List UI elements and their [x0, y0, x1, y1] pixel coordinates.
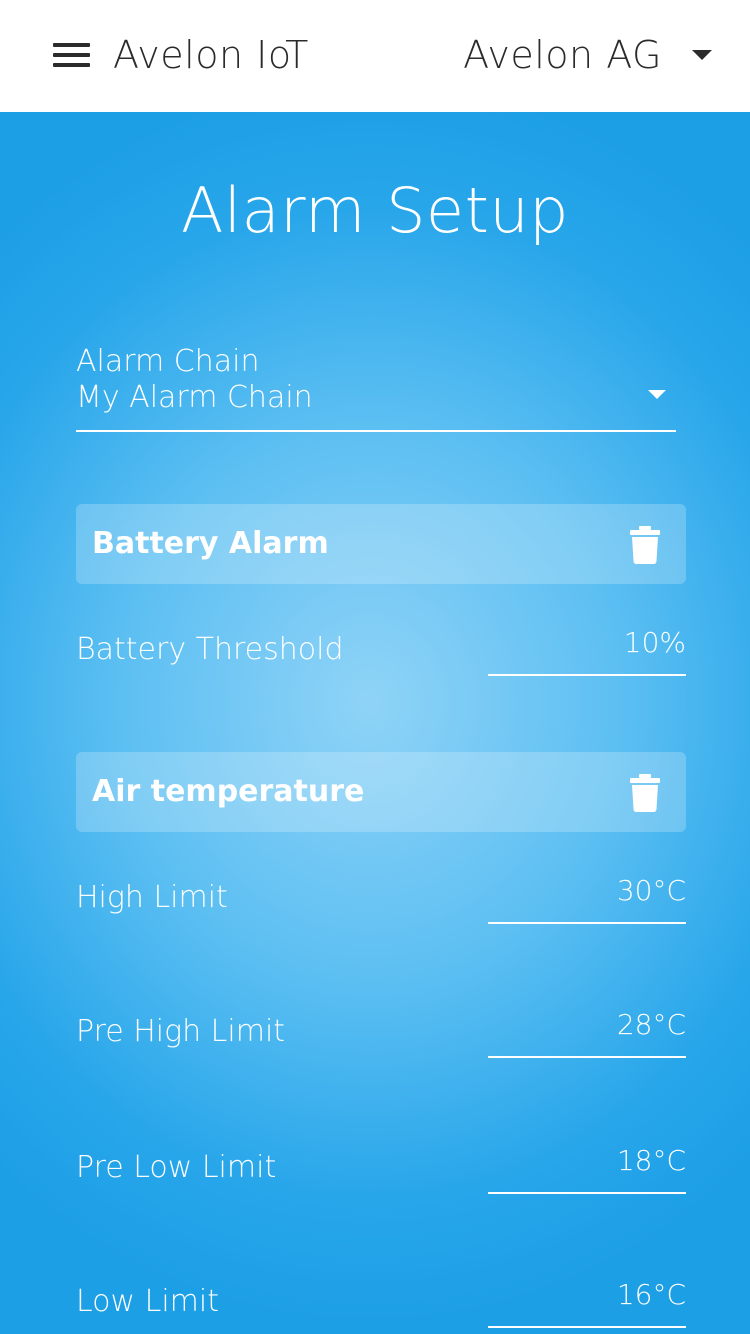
- alarm-chain-label: Alarm Chain: [76, 344, 260, 379]
- air-temperature-header: Air temperature: [76, 752, 686, 832]
- hamburger-menu-icon[interactable]: [53, 43, 91, 69]
- battery-threshold-label: Battery Threshold: [76, 632, 344, 667]
- main-content: Alarm Setup Alarm Chain My Alarm Chain B…: [0, 112, 750, 1334]
- low-limit-value: 16°C: [616, 1278, 686, 1311]
- top-bar: Avelon IoT Avelon AG: [0, 0, 750, 112]
- battery-alarm-title: Battery Alarm: [92, 526, 329, 561]
- high-limit-label: High Limit: [76, 880, 228, 915]
- page-title: Alarm Setup: [180, 174, 570, 247]
- high-limit-input[interactable]: 30°C: [488, 874, 686, 924]
- caret-down-icon: [692, 50, 712, 60]
- battery-threshold-value: 10%: [623, 626, 686, 659]
- pre-high-limit-value: 28°C: [616, 1008, 686, 1041]
- air-temperature-title: Air temperature: [92, 774, 365, 809]
- low-limit-label: Low Limit: [76, 1284, 219, 1319]
- caret-down-icon: [648, 390, 666, 399]
- pre-low-limit-value: 18°C: [616, 1144, 686, 1177]
- app-root: Avelon IoT Avelon AG Alarm Setup Alarm C…: [0, 0, 750, 1334]
- battery-threshold-input[interactable]: 10%: [488, 626, 686, 676]
- pre-high-limit-input[interactable]: 28°C: [488, 1008, 686, 1058]
- pre-high-limit-label: Pre High Limit: [76, 1014, 286, 1049]
- pre-low-limit-label: Pre Low Limit: [76, 1150, 277, 1185]
- organization-label: Avelon AG: [463, 33, 662, 77]
- organization-selector[interactable]: Avelon AG: [463, 33, 712, 77]
- high-limit-value: 30°C: [616, 874, 686, 907]
- battery-alarm-header: Battery Alarm: [76, 504, 686, 584]
- low-limit-input[interactable]: 16°C: [488, 1278, 686, 1328]
- pre-low-limit-input[interactable]: 18°C: [488, 1144, 686, 1194]
- alarm-chain-value: My Alarm Chain: [76, 380, 313, 415]
- trash-icon[interactable]: [630, 774, 660, 812]
- alarm-chain-select[interactable]: Alarm Chain My Alarm Chain: [76, 340, 676, 432]
- app-title: Avelon IoT: [113, 33, 309, 77]
- trash-icon[interactable]: [630, 526, 660, 564]
